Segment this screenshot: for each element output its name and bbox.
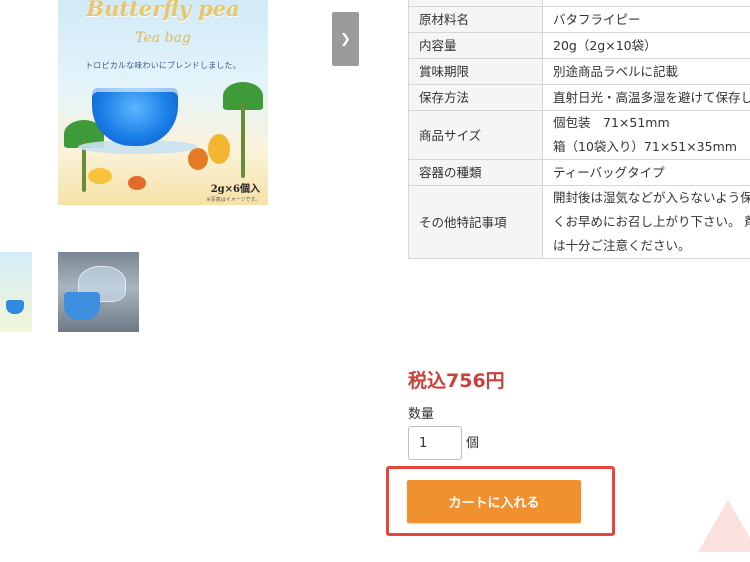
spec-label: 賞味期限 [407,58,544,85]
spec-row: 原材料名 バタフライピー [407,6,750,33]
product-image-subtitle: Tea bag [135,30,191,46]
add-to-cart-button[interactable]: カートに入れる [407,480,581,523]
spec-value: 20g（2g×10袋） [542,32,750,59]
spec-label: 商品サイズ [407,110,544,160]
spec-value: 開封後は湿気などが入らないよう保 くお早めにお召し上がり下さい。 剤は十分ご注意く… [542,185,750,259]
spec-value-line: 20g（2g×10袋） [553,37,657,53]
chevron-right-icon: ❯ [340,31,351,47]
pineapple-icon [208,134,230,164]
spec-row: 容器の種類 ティーバッグタイプ [407,159,750,186]
thumbnail-2[interactable] [58,252,139,332]
thumbnail-cup [6,300,24,314]
blue-tea-cup [92,88,178,146]
spec-value: バタフライピー [542,6,750,33]
spec-value-line: バタフライピー [553,0,750,6]
spec-value-line: ティーバッグタイプ [553,164,665,180]
quantity-label: 数量 [408,407,435,422]
blue-tea-glass [64,292,100,320]
spec-value: 直射日光・高温多湿を避けて保存し [542,84,750,111]
palm-trunk-icon [241,102,245,178]
fruit-icon [88,168,112,184]
spec-value-line: 個包装 71×51mm [553,115,670,130]
mango-icon [188,148,208,170]
fruit-icon [128,176,146,190]
spec-label: その他特記事項 [407,185,544,259]
spec-value: 個包装 71×51mm 箱（10袋入り）71×51×35mm [542,110,750,160]
spec-value-line: バタフライピー [553,11,641,27]
spec-row: 内容量 20g（2g×10袋） [407,32,750,59]
spec-value: ティーバッグタイプ [542,159,750,186]
product-image-note: ※写真はイメージです。 [206,197,260,203]
spec-row: 保存方法 直射日光・高温多湿を避けて保存し [407,84,750,111]
next-image-button[interactable]: ❯ [332,12,359,66]
decorative-triangle [698,500,750,552]
spec-label: 内容量 [407,32,544,59]
price: 税込756円 [408,370,505,392]
spec-table: 名称（品名）バタフライピー原材料名バタフライピー内容量20g（2g×10袋）賞味… [407,0,750,259]
spec-row: 商品サイズ 個包装 71×51mm 箱（10袋入り）71×51×35mm [407,110,750,160]
spec-value-line: くお早めにお召し上がり下さい。 剤 [553,214,750,229]
spec-label: 容器の種類 [407,159,544,186]
product-image-title: Butterfly pea [86,0,240,21]
spec-row: 賞味期限 別途商品ラベルに記載 [407,58,750,85]
spec-value-line: は十分ご注意ください。 [553,238,691,253]
spec-value-line: 開封後は湿気などが入らないよう保 [553,190,750,205]
product-main-image: Butterfly pea Tea bag トロピカルな味わいにブレンドしました… [58,0,268,205]
spec-value-line: 箱（10袋入り）71×51×35mm [553,139,737,154]
quantity-input[interactable] [408,426,462,460]
quantity-unit: 個 [466,436,480,451]
product-image-count: 2g×6個入 [210,184,260,195]
spec-value-line: 直射日光・高温多湿を避けて保存し [553,89,750,105]
product-image-tagline: トロピカルな味わいにブレンドしました。 [85,61,241,70]
spec-label: 保存方法 [407,84,544,111]
spec-value: 別途商品ラベルに記載 [542,58,750,85]
thumbnail-1[interactable] [0,252,32,332]
spec-row: その他特記事項 開封後は湿気などが入らないよう保 くお早めにお召し上がり下さい。 剤… [407,185,750,259]
spec-label: 原材料名 [407,6,544,33]
spec-value-line: 別途商品ラベルに記載 [553,63,679,79]
